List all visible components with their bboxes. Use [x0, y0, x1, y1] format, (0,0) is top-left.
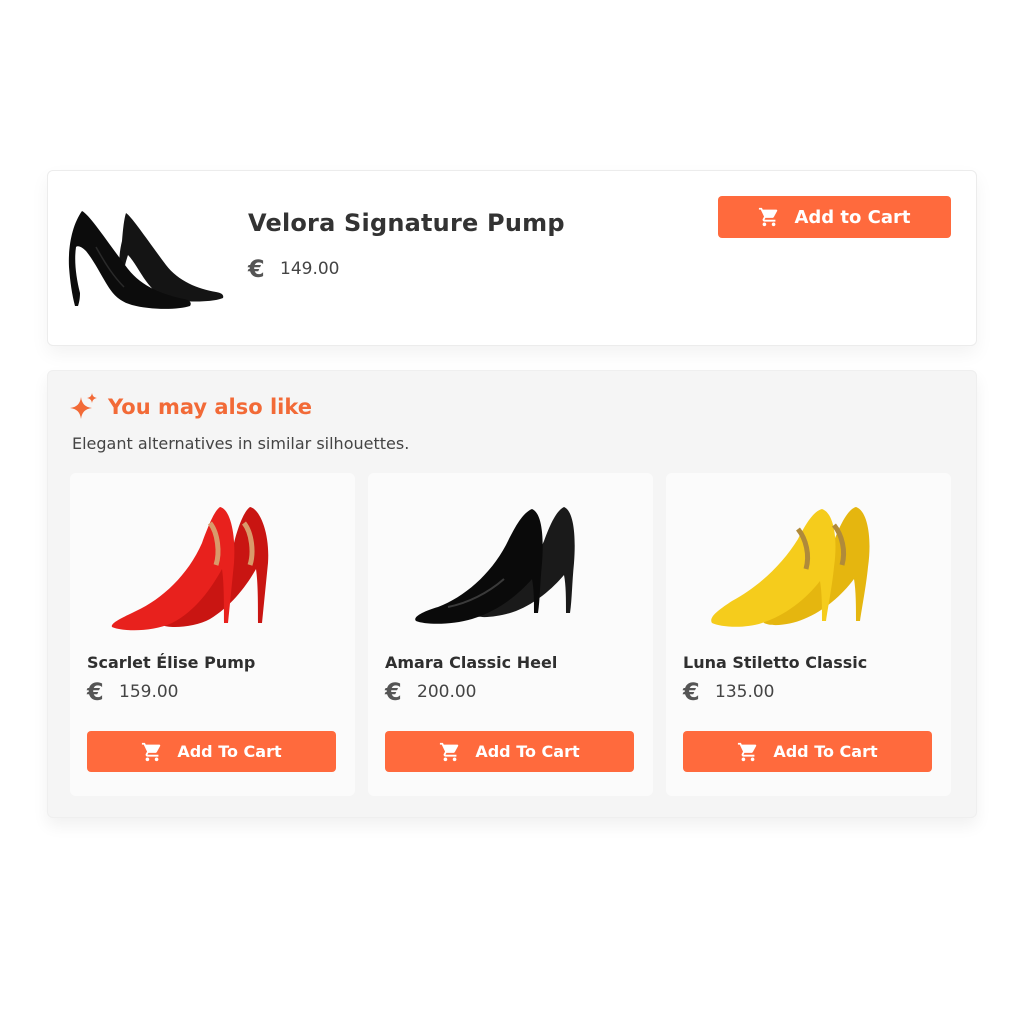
- add-to-cart-button[interactable]: Add to Cart: [718, 196, 951, 238]
- product-image[interactable]: [408, 503, 588, 635]
- recommendations-subtitle: Elegant alternatives in similar silhouet…: [72, 434, 410, 453]
- euro-icon: €: [87, 678, 104, 706]
- product-price: € 149.00: [248, 257, 339, 281]
- cart-icon: [439, 741, 461, 763]
- price-value: 159.00: [119, 682, 179, 702]
- sparkle-icon: [70, 393, 98, 421]
- recommendations-title: You may also like: [108, 395, 313, 419]
- cart-icon: [737, 741, 759, 763]
- product-image[interactable]: [706, 503, 886, 635]
- product-title: Velora Signature Pump: [248, 209, 565, 237]
- add-to-cart-label: Add To Cart: [773, 742, 878, 761]
- recommendations-heading: You may also like: [70, 393, 312, 421]
- recommendation-list: Scarlet Élise Pump € 159.00 Add To Cart: [70, 473, 951, 796]
- price-value: 149.00: [280, 259, 340, 279]
- recommendation-price: € 200.00: [385, 680, 476, 704]
- recommendation-card[interactable]: Luna Stiletto Classic € 135.00 Add To Ca…: [666, 473, 951, 796]
- recommendation-price: € 135.00: [683, 680, 774, 704]
- add-to-cart-label: Add To Cart: [475, 742, 580, 761]
- recommendation-name: Amara Classic Heel: [385, 653, 558, 672]
- add-to-cart-button[interactable]: Add To Cart: [385, 731, 634, 772]
- add-to-cart-button[interactable]: Add To Cart: [683, 731, 932, 772]
- add-to-cart-label: Add To Cart: [177, 742, 282, 761]
- main-product-card: Velora Signature Pump € 149.00 Add to Ca…: [47, 170, 977, 346]
- recommendations-panel: You may also like Elegant alternatives i…: [47, 370, 977, 818]
- recommendation-name: Scarlet Élise Pump: [87, 653, 256, 672]
- recommendation-price: € 159.00: [87, 680, 178, 704]
- recommendation-name: Luna Stiletto Classic: [683, 653, 868, 672]
- recommendation-card[interactable]: Amara Classic Heel € 200.00 Add To Cart: [368, 473, 653, 796]
- product-image[interactable]: [66, 207, 228, 317]
- euro-icon: €: [385, 678, 402, 706]
- price-value: 200.00: [417, 682, 477, 702]
- recommendation-card[interactable]: Scarlet Élise Pump € 159.00 Add To Cart: [70, 473, 355, 796]
- cart-icon: [758, 206, 780, 228]
- product-image[interactable]: [110, 503, 290, 635]
- euro-icon: €: [248, 255, 265, 283]
- add-to-cart-label: Add to Cart: [794, 206, 911, 228]
- add-to-cart-button[interactable]: Add To Cart: [87, 731, 336, 772]
- euro-icon: €: [683, 678, 700, 706]
- price-value: 135.00: [715, 682, 775, 702]
- cart-icon: [141, 741, 163, 763]
